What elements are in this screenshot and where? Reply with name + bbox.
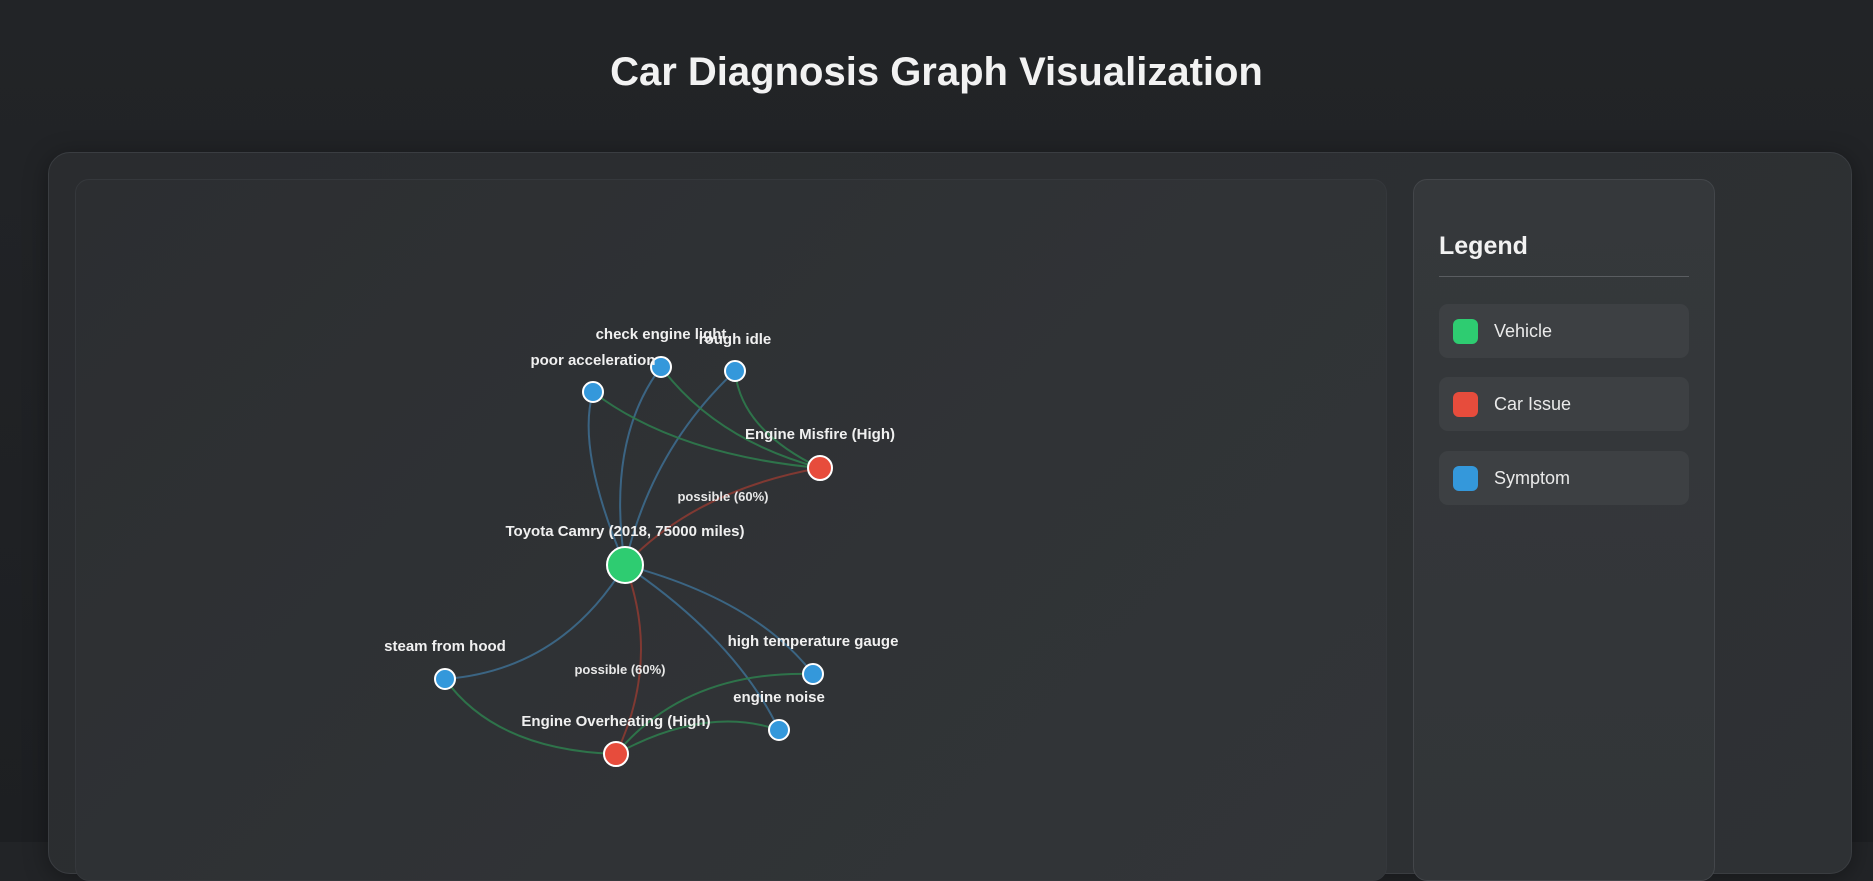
node-label-misfire: Engine Misfire (High) (745, 426, 895, 443)
edge-misfire-check-engine (660, 366, 821, 469)
graph-panel[interactable]: possible (60%) possible (60%) Toyota Camry… (75, 179, 1387, 881)
node-poor-accel[interactable] (582, 381, 604, 403)
page-title: Car Diagnosis Graph Visualization (610, 50, 1263, 94)
node-label-steam: steam from hood (384, 638, 506, 655)
legend-item-car-issue: Car Issue (1439, 377, 1689, 431)
node-high-temp[interactable] (802, 663, 824, 685)
legend-label-car-issue: Car Issue (1494, 393, 1572, 414)
node-overheat[interactable] (603, 741, 629, 767)
legend-divider (1439, 276, 1689, 277)
node-label-high-temp: high temperature gauge (728, 633, 899, 650)
node-rough-idle[interactable] (724, 360, 746, 382)
graph-canvas[interactable]: possible (60%) possible (60%) Toyota Camry… (76, 180, 1386, 880)
legend-panel: Legend Vehicle Car Issue Symptom (1413, 179, 1715, 881)
symptom-swatch (1453, 465, 1478, 491)
node-label-engine-noise: engine noise (733, 689, 825, 706)
car-issue-swatch (1453, 391, 1478, 417)
node-misfire[interactable] (807, 455, 833, 481)
node-label-overheat: Engine Overheating (High) (521, 713, 710, 730)
vehicle-swatch (1453, 318, 1478, 344)
edge-vehicle-high-temp (624, 564, 814, 675)
legend-title: Legend (1439, 232, 1528, 260)
app-container: possible (60%) possible (60%) Toyota Camry… (48, 152, 1852, 881)
legend-item-symptom: Symptom (1439, 451, 1689, 505)
node-engine-noise[interactable] (768, 719, 790, 741)
node-vehicle[interactable] (606, 546, 644, 584)
node-label-rough-idle: rough idle (699, 331, 772, 348)
legend-label-symptom: Symptom (1494, 467, 1571, 488)
node-label-poor-accel: poor acceleration (530, 352, 655, 369)
edge-label-vehicle-overheat: possible (60%) (574, 662, 665, 677)
edge-label-vehicle-misfire: possible (60%) (677, 489, 768, 504)
legend-label-vehicle: Vehicle (1494, 320, 1553, 341)
legend-item-vehicle: Vehicle (1439, 304, 1689, 358)
node-label-vehicle: Toyota Camry (2018, 75000 miles) (505, 523, 744, 540)
node-steam[interactable] (434, 668, 456, 690)
